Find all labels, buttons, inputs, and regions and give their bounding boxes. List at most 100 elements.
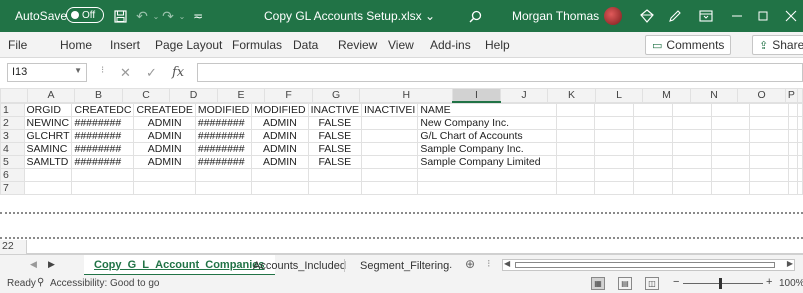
cell[interactable] [749, 168, 790, 182]
cell[interactable] [360, 142, 419, 156]
cell[interactable]: NAME [417, 103, 557, 117]
column-header[interactable]: K [547, 88, 596, 103]
cell[interactable] [633, 116, 673, 130]
cell[interactable] [633, 129, 673, 143]
menu-page-layout[interactable]: Page Layout [155, 38, 222, 52]
column-header[interactable]: M [642, 88, 691, 103]
page-layout-view-icon[interactable]: ▤ [618, 277, 632, 290]
cell[interactable] [710, 116, 751, 130]
row-header[interactable]: 2 [0, 116, 25, 130]
scrollbar-thumb[interactable] [515, 262, 775, 268]
menu-data[interactable]: Data [293, 38, 318, 52]
column-header[interactable]: H [359, 88, 454, 103]
cell[interactable] [749, 142, 790, 156]
formula-input[interactable] [197, 63, 803, 82]
scroll-left-icon[interactable]: ◀ [504, 259, 510, 268]
cell[interactable]: MODIFIED [194, 103, 253, 117]
cell[interactable]: ######## [194, 116, 253, 130]
cell[interactable] [71, 181, 135, 195]
close-icon[interactable] [781, 6, 801, 26]
cell[interactable] [555, 103, 596, 117]
row-header[interactable]: 1 [0, 103, 25, 117]
column-header[interactable]: O [737, 88, 786, 103]
autosave-toggle[interactable]: Off [66, 7, 104, 23]
cell[interactable] [671, 116, 712, 130]
tab-scroll-right-icon[interactable]: ▶ [48, 259, 55, 270]
row-header[interactable]: 5 [0, 155, 25, 169]
cell[interactable]: GLCHRT [23, 129, 73, 143]
customize-toolbar-icon[interactable]: ≂ [188, 6, 208, 26]
diamond-icon[interactable] [637, 6, 657, 26]
cell[interactable] [633, 103, 673, 117]
column-header[interactable]: B [74, 88, 123, 103]
cell[interactable]: New Company Inc. [417, 116, 557, 130]
cell[interactable]: SAMLTD [23, 155, 73, 169]
column-header[interactable]: D [169, 88, 218, 103]
cell[interactable] [71, 168, 135, 182]
cell[interactable]: ######## [71, 129, 135, 143]
menu-review[interactable]: Review [338, 38, 377, 52]
cell[interactable] [307, 168, 363, 182]
cell[interactable]: MODIFIED [251, 103, 309, 117]
cell[interactable] [710, 129, 751, 143]
cell[interactable] [788, 116, 798, 130]
cell[interactable]: G/L Chart of Accounts [417, 129, 557, 143]
cell[interactable] [194, 181, 253, 195]
cell[interactable] [23, 168, 73, 182]
column-header[interactable]: G [311, 88, 361, 103]
cell[interactable]: ADMIN [133, 129, 196, 143]
zoom-in-icon[interactable]: + [766, 276, 772, 288]
cell[interactable]: FALSE [307, 142, 363, 156]
cell[interactable] [633, 155, 673, 169]
cell[interactable] [594, 155, 635, 169]
cell[interactable] [594, 142, 635, 156]
scroll-right-icon[interactable]: ▶ [787, 259, 793, 268]
row-header[interactable]: 7 [0, 181, 25, 195]
sheet-tab[interactable]: Accounts_Included [243, 255, 356, 276]
cell[interactable]: ORGID [23, 103, 73, 117]
insert-function-icon[interactable]: fx [172, 65, 184, 80]
comments-button[interactable]: ▭ Comments [645, 35, 732, 55]
cell[interactable]: Sample Company Limited [417, 155, 557, 169]
zoom-slider[interactable] [683, 283, 763, 284]
cell[interactable]: ADMIN [133, 142, 196, 156]
cell[interactable]: INACTIVE [307, 103, 363, 117]
cell[interactable] [749, 181, 790, 195]
avatar[interactable] [604, 7, 622, 25]
normal-view-icon[interactable]: ▦ [591, 277, 605, 290]
horizontal-scrollbar[interactable]: ◀ ▶ [502, 259, 795, 271]
ribbon-display-icon[interactable] [696, 6, 716, 26]
cell[interactable] [710, 142, 751, 156]
zoom-out-icon[interactable]: − [673, 276, 679, 288]
cell[interactable] [710, 155, 751, 169]
cell[interactable] [788, 103, 798, 117]
cell[interactable] [788, 155, 798, 169]
cell[interactable] [555, 116, 596, 130]
share-button[interactable]: ⇪ Share [752, 35, 803, 55]
cell[interactable] [360, 116, 419, 130]
more-tabs-icon[interactable]: ... [443, 259, 452, 271]
cell[interactable]: ADMIN [251, 142, 309, 156]
column-header[interactable]: J [499, 88, 549, 103]
cell[interactable] [555, 181, 596, 195]
zoom-slider-thumb[interactable] [719, 278, 722, 289]
row-header[interactable]: 6 [0, 168, 25, 182]
menu-formulas[interactable]: Formulas [232, 38, 282, 52]
pen-icon[interactable] [665, 6, 685, 26]
save-icon[interactable] [110, 6, 130, 26]
column-header[interactable]: E [216, 88, 266, 103]
menu-help[interactable]: Help [485, 38, 510, 52]
cell[interactable]: ADMIN [251, 155, 309, 169]
cell[interactable] [671, 168, 712, 182]
cell[interactable] [360, 129, 419, 143]
accessibility-status[interactable]: Accessibility: Good to go [50, 278, 160, 289]
zoom-level[interactable]: 100% [779, 278, 803, 289]
cell[interactable]: NEWINC [23, 116, 73, 130]
menu-view[interactable]: View [388, 38, 414, 52]
cell[interactable]: ######## [71, 155, 135, 169]
cell[interactable] [788, 168, 798, 182]
cell[interactable] [594, 103, 635, 117]
cell[interactable] [360, 155, 419, 169]
cell[interactable]: Sample Company Inc. [417, 142, 557, 156]
column-header[interactable]: N [689, 88, 739, 103]
